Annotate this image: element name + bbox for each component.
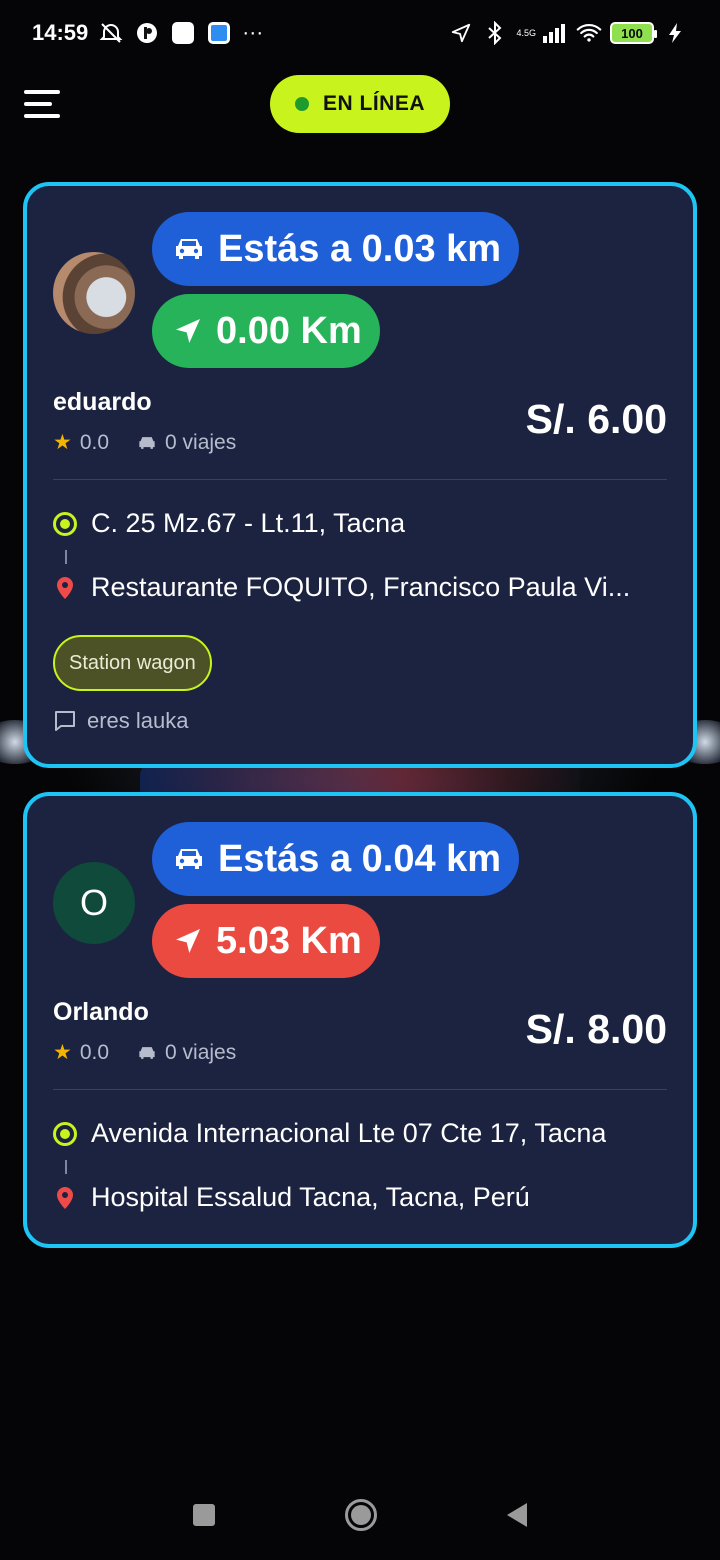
trip-request-card[interactable]: Estás a 0.03 km 0.00 Km eduardo ★ 0.0 0 …	[23, 182, 697, 768]
origin-row: Avenida Internacional Lte 07 Cte 17, Tac…	[53, 1118, 673, 1149]
app-notification-icon	[134, 20, 160, 46]
passenger-rating: 0.0	[79, 1040, 110, 1064]
passenger-name: eduardo	[53, 388, 152, 416]
wifi-icon	[576, 20, 602, 46]
location-pin-icon	[53, 1186, 77, 1210]
origin-row: C. 25 Mz.67 - Lt.11, Tacna	[53, 508, 673, 539]
passenger-trips: 0 viajes	[165, 1040, 237, 1064]
trip-request-card[interactable]: O Estás a 0.04 km 5.03 Km Orlando ★ 0.0 …	[23, 792, 697, 1248]
location-pin-icon	[53, 576, 77, 600]
status-bar: 14:59 ··· 4.5G 100	[0, 0, 720, 66]
network-type: 4.5G	[516, 27, 536, 38]
notification-square-icon	[170, 20, 196, 46]
passenger-name: Orlando	[53, 998, 149, 1026]
car-icon	[176, 849, 202, 869]
recent-apps-icon[interactable]	[193, 1504, 215, 1526]
origin-icon	[53, 1121, 77, 1146]
trip-distance-text: 0.00 Km	[216, 309, 362, 352]
destination-address: Hospital Essalud Tacna, Tacna, Perú	[91, 1182, 530, 1212]
pickup-distance-text: Estás a 0.03 km	[218, 227, 502, 270]
online-status-toggle[interactable]: EN LÍNEA	[270, 75, 450, 133]
pickup-distance-pill: Estás a 0.04 km	[152, 822, 520, 896]
battery-indicator: 100	[610, 22, 657, 44]
passenger-stats: ★ 0.0 0 viajes	[53, 1040, 236, 1065]
back-icon[interactable]	[507, 1503, 527, 1527]
pickup-distance-text: Estás a 0.04 km	[218, 837, 502, 880]
origin-icon	[53, 511, 77, 536]
home-icon[interactable]	[345, 1499, 377, 1531]
destination-row: Restaurante FOQUITO, Francisco Paula Vi.…	[53, 572, 673, 603]
trip-price: S/. 8.00	[525, 1006, 667, 1052]
destination-row: Hospital Essalud Tacna, Tacna, Perú	[53, 1182, 673, 1213]
comment-icon	[55, 711, 75, 731]
online-dot-icon	[294, 97, 309, 111]
trip-distance-text: 5.03 Km	[216, 919, 362, 962]
star-icon: ★	[53, 1041, 72, 1064]
pickup-distance-pill: Estás a 0.03 km	[152, 212, 520, 286]
signal-icon	[542, 20, 568, 46]
vehicle-type-tag: Station wagon	[53, 635, 212, 691]
messenger-icon	[206, 20, 232, 46]
location-arrow-icon	[448, 20, 474, 46]
trip-distance-pill: 0.00 Km	[152, 294, 380, 368]
navigation-arrow-icon	[176, 319, 200, 343]
divider	[53, 479, 667, 480]
passenger-note: eres lauka	[53, 708, 189, 734]
car-small-icon	[139, 1046, 155, 1059]
passenger-trips: 0 viajes	[165, 430, 237, 454]
system-navigation-bar	[0, 1470, 720, 1560]
route-connector	[65, 1160, 67, 1174]
bluetooth-icon	[482, 20, 508, 46]
route-connector	[65, 550, 67, 564]
online-status-label: EN LÍNEA	[322, 92, 425, 115]
divider	[53, 1089, 667, 1090]
star-icon: ★	[53, 431, 72, 454]
passenger-stats: ★ 0.0 0 viajes	[53, 430, 236, 455]
origin-address: Avenida Internacional Lte 07 Cte 17, Tac…	[91, 1118, 607, 1148]
passenger-rating: 0.0	[79, 430, 110, 454]
car-small-icon	[139, 436, 155, 449]
destination-address: Restaurante FOQUITO, Francisco Paula Vi.…	[91, 572, 631, 602]
hamburger-menu-icon[interactable]	[24, 86, 62, 122]
trip-distance-pill: 5.03 Km	[152, 904, 380, 978]
passenger-avatar	[53, 252, 135, 334]
passenger-note-text: eres lauka	[87, 708, 189, 733]
car-icon	[176, 239, 202, 259]
charging-icon	[662, 20, 688, 46]
status-time: 14:59	[32, 20, 89, 45]
trip-price: S/. 6.00	[525, 396, 667, 442]
alarm-off-icon	[98, 20, 124, 46]
navigation-arrow-icon	[176, 929, 200, 953]
passenger-avatar: O	[53, 862, 135, 944]
more-notifications-icon: ···	[242, 21, 264, 44]
origin-address: C. 25 Mz.67 - Lt.11, Tacna	[91, 508, 406, 538]
